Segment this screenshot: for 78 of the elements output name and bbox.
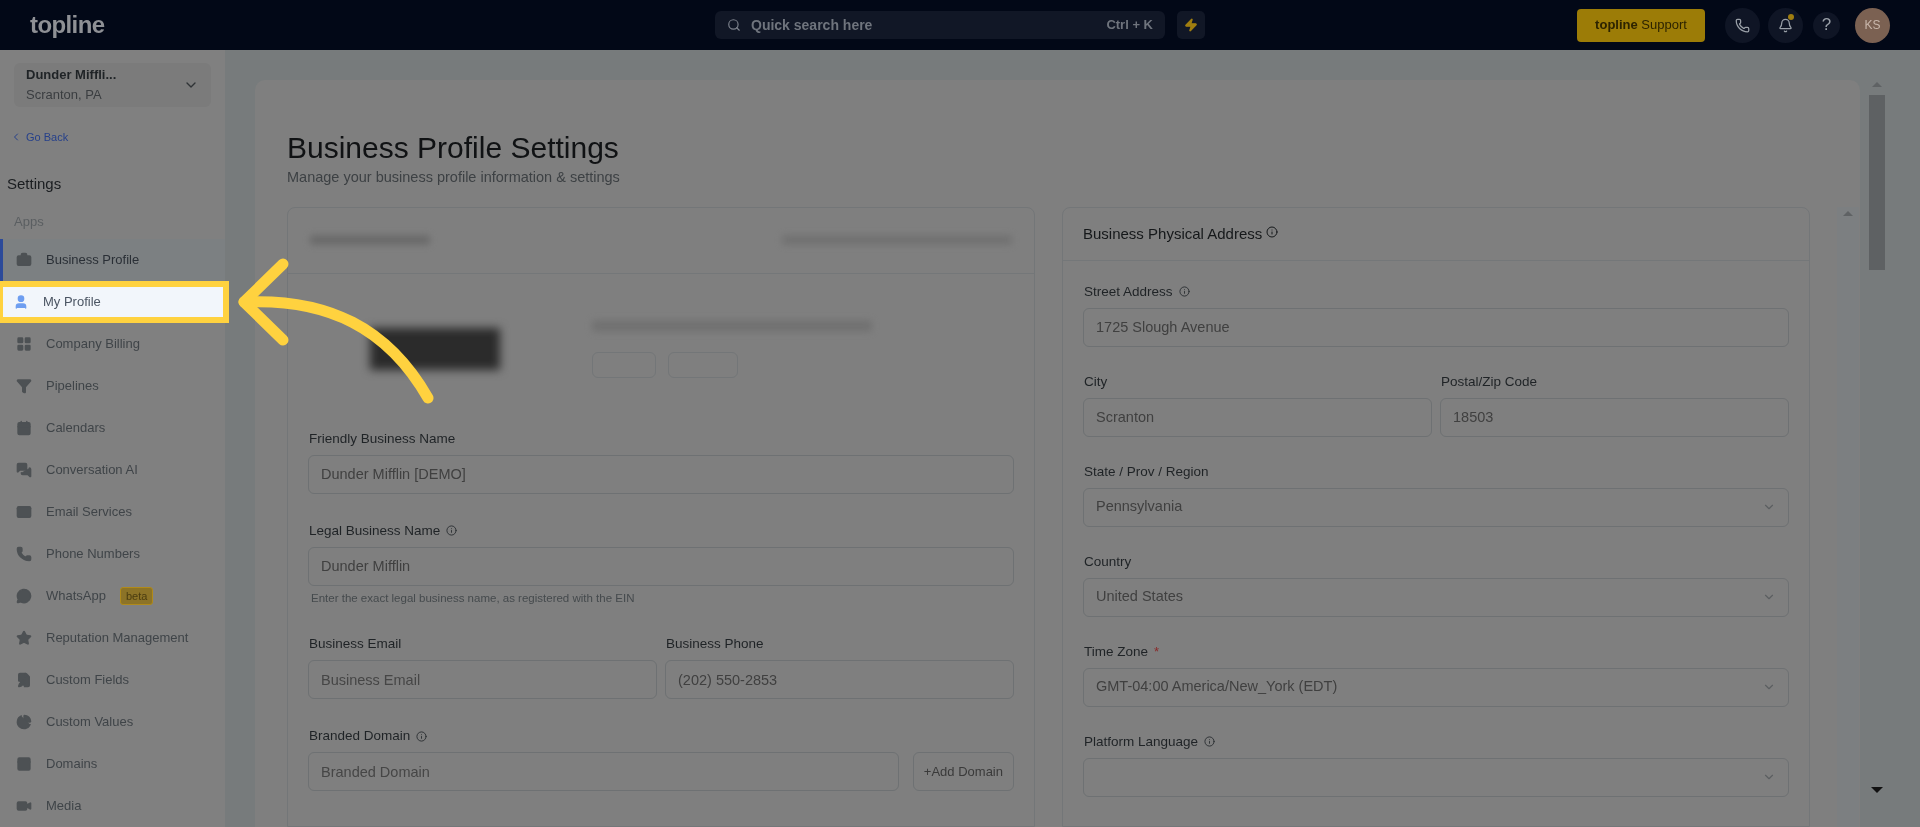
- field-hint: Enter the exact legal business name, as registered with the EIN: [310, 590, 636, 606]
- logo[interactable]: topline: [30, 7, 715, 43]
- help-button[interactable]: ?: [1813, 11, 1840, 39]
- select-field[interactable]: United States: [1083, 577, 1789, 617]
- select-field[interactable]: GMT-04:00 America/New_York (EDT): [1083, 667, 1789, 707]
- field-label: City: [1084, 372, 1108, 391]
- lightning-icon: [1184, 18, 1198, 32]
- sidebar-item[interactable]: Pipelines: [0, 365, 225, 407]
- field-label: Legal Business Name: [309, 521, 441, 540]
- field-label: Business Phone: [666, 634, 764, 653]
- scroll-down-icon: [1871, 787, 1883, 793]
- account-location: Scranton, PA: [26, 85, 103, 104]
- input-field[interactable]: (202) 550-2853: [665, 660, 1014, 699]
- beta-badge: beta: [120, 586, 154, 606]
- field-label: Country: [1084, 552, 1132, 571]
- filter-icon: [16, 378, 32, 394]
- bell-icon: [1778, 17, 1793, 33]
- scroll-up-icon: [1843, 210, 1853, 216]
- phone-button[interactable]: [1725, 7, 1760, 43]
- input-field[interactable]: Business Email: [308, 660, 657, 699]
- input-field[interactable]: 18503: [1440, 397, 1789, 437]
- sidebar-item[interactable]: WhatsApp beta: [0, 575, 225, 617]
- add-domain-button[interactable]: +Add Domain: [912, 752, 1014, 791]
- input-field[interactable]: Scranton: [1083, 397, 1432, 437]
- chat-bubbles-icon: [16, 462, 32, 478]
- page-subtitle: Manage your business profile information & settings: [287, 168, 621, 187]
- required-asterisk: *: [1154, 643, 1160, 661]
- sidebar-item[interactable]: Custom Values: [0, 701, 225, 743]
- field-label: Time Zone: [1084, 642, 1149, 661]
- input-field[interactable]: Dunder Mifflin [DEMO]: [308, 454, 1014, 494]
- input-field[interactable]: Dunder Mifflin: [308, 546, 1014, 586]
- field-label: State / Prov / Region: [1084, 462, 1209, 481]
- support-button[interactable]: topline Support: [1577, 8, 1705, 42]
- star-icon: [16, 630, 32, 646]
- sidebar-item[interactable]: Conversation AI: [0, 449, 225, 491]
- search-icon: [727, 18, 741, 32]
- lightning-button[interactable]: [1177, 11, 1205, 39]
- field-label: Friendly Business Name: [309, 429, 456, 448]
- briefcase-icon: [16, 252, 32, 268]
- sidebar-item[interactable]: My Profile: [0, 281, 229, 323]
- envelope-icon: [16, 504, 32, 520]
- select-field[interactable]: Pennsylvania: [1083, 487, 1789, 527]
- sidebar-item[interactable]: Company Billing: [0, 323, 225, 365]
- select-field[interactable]: [1083, 757, 1789, 797]
- video-camera-icon: [16, 798, 32, 814]
- sidebar-item[interactable]: Custom Fields: [0, 659, 225, 701]
- notifications-button[interactable]: [1768, 7, 1803, 43]
- card-title: Business Physical Address: [1083, 223, 1263, 244]
- field-label: Platform Language: [1084, 732, 1199, 751]
- field-label: Business Email: [309, 634, 402, 653]
- account-switcher[interactable]: Dunder Miffli... Scranton, PA: [14, 63, 211, 107]
- shortcut-hint: Ctrl + K: [1106, 16, 1153, 35]
- page-title: Business Profile Settings: [287, 130, 620, 166]
- go-back-link[interactable]: Go Back: [10, 128, 225, 145]
- avatar[interactable]: KS: [1855, 7, 1890, 43]
- phone-icon: [1735, 17, 1750, 33]
- calendar-icon: [16, 420, 32, 436]
- input-field[interactable]: 1725 Slough Avenue: [1083, 307, 1789, 347]
- field-label: Branded Domain: [309, 726, 411, 745]
- sidebar-item[interactable]: Email Services: [0, 491, 225, 533]
- sidebar-item[interactable]: Media: [0, 785, 225, 827]
- settings-heading: Settings: [7, 174, 63, 194]
- sidebar-item[interactable]: Phone Numbers: [0, 533, 225, 575]
- sidebar-item[interactable]: Reputation Management: [0, 617, 225, 659]
- phone-icon: [16, 546, 32, 562]
- search-field[interactable]: Quick search here Ctrl + K: [715, 11, 1165, 39]
- pie-chart-icon: [16, 714, 32, 730]
- chat-bubble-icon: [16, 588, 32, 604]
- sidebar-item[interactable]: Domains: [0, 743, 225, 785]
- field-label: Street Address: [1084, 282, 1173, 301]
- account-name: Dunder Miffli...: [26, 66, 118, 85]
- person-icon: [13, 294, 29, 310]
- field-label: Postal/Zip Code: [1441, 372, 1538, 391]
- sidebar-item[interactable]: Business Profile: [0, 239, 225, 281]
- scroll-up-icon: [1872, 82, 1882, 87]
- grid-icon: [16, 336, 32, 352]
- input-field[interactable]: Branded Domain: [308, 752, 899, 791]
- sidebar-item[interactable]: Calendars: [0, 407, 225, 449]
